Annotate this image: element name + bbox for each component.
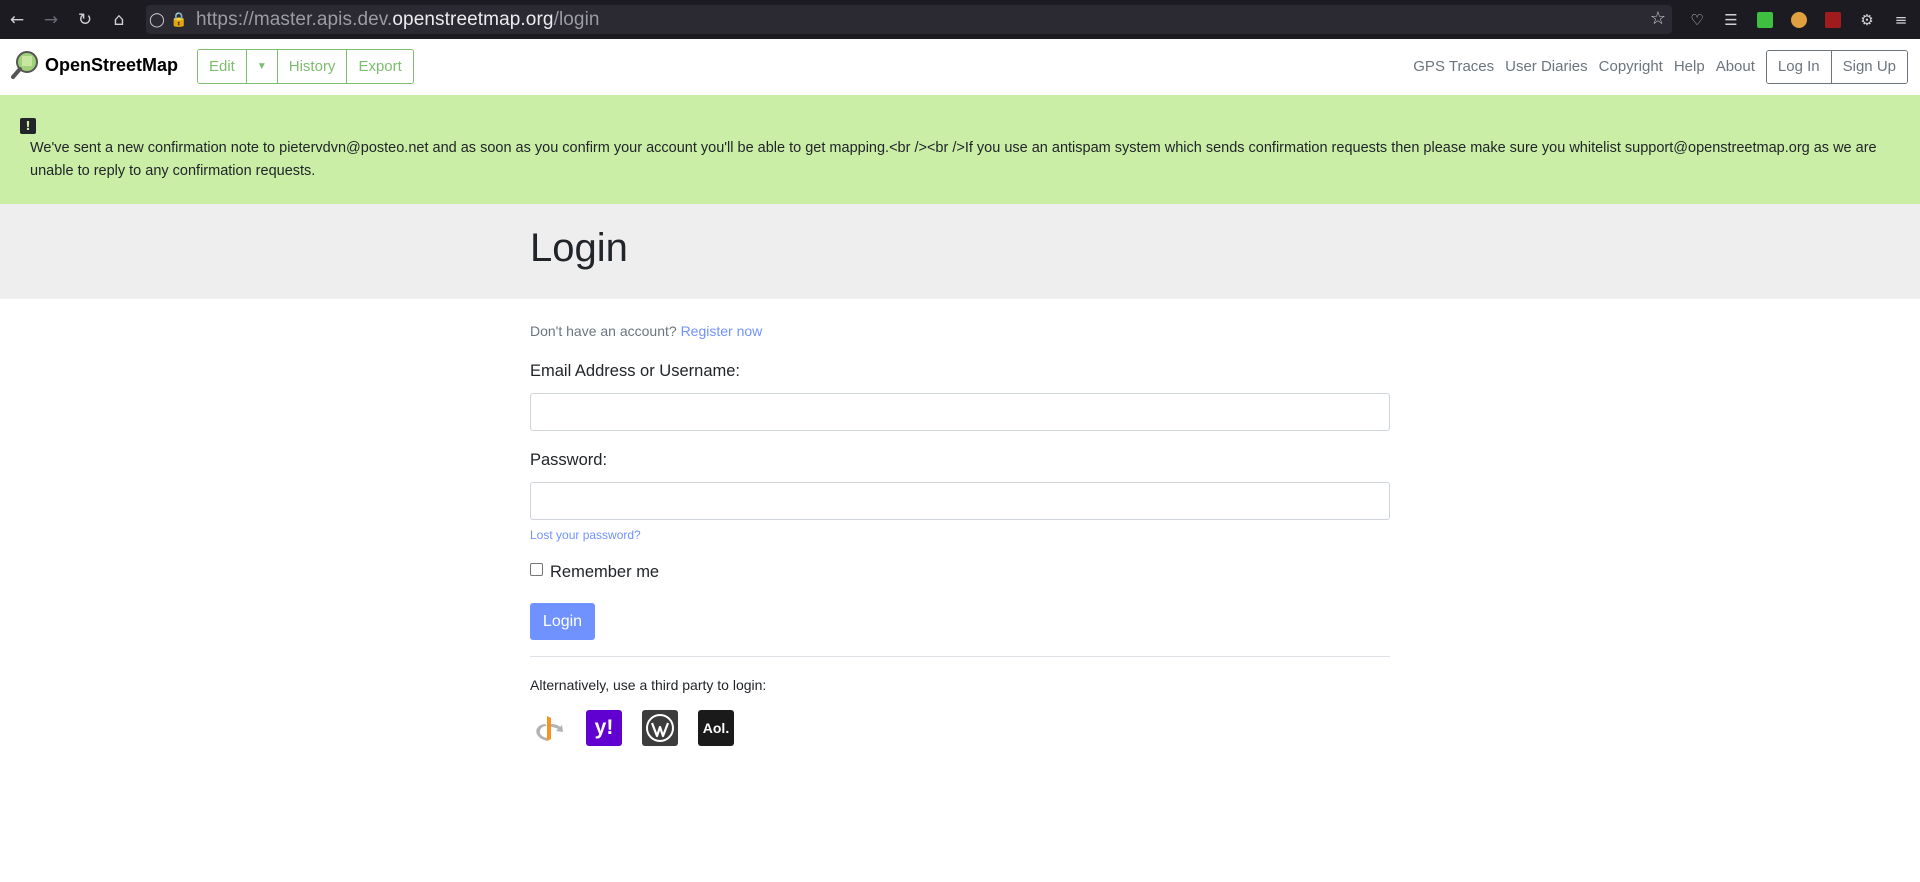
register-prompt: Don't have an account? Register now <box>530 323 762 339</box>
flash-notice: ! We've sent a new confirmation note to … <box>0 95 1920 204</box>
email-field[interactable] <box>530 393 1390 431</box>
divider <box>530 656 1390 657</box>
lock-icon[interactable]: 🔒 <box>168 12 190 28</box>
title-band: Login <box>0 204 1920 299</box>
aol-icon[interactable]: Aol. <box>698 710 734 746</box>
flash-message: We've sent a new confirmation note to pi… <box>30 140 1877 179</box>
email-label: Email Address or Username: <box>530 362 740 380</box>
forward-icon[interactable]: → <box>34 0 68 39</box>
url-bar[interactable]: ◯ 🔒 https://master.apis.dev.openstreetma… <box>146 5 1672 34</box>
toolbar-icons: ♡ ☰ ⚙ ≡ <box>1680 0 1918 39</box>
auth-buttons: Log In Sign Up <box>1765 49 1908 84</box>
yahoo-icon[interactable]: y! <box>586 710 622 746</box>
login-button[interactable]: Login <box>530 603 595 640</box>
library-icon[interactable]: ☰ <box>1714 0 1748 39</box>
shield-icon[interactable]: ◯ <box>146 12 168 28</box>
export-button[interactable]: Export <box>347 50 413 83</box>
edit-button[interactable]: Edit <box>198 50 247 83</box>
sign-up-button[interactable]: Sign Up <box>1831 50 1907 83</box>
nav-user-diaries[interactable]: User Diaries <box>1505 58 1588 75</box>
extension-icon[interactable] <box>1782 0 1816 39</box>
remember-me-checkbox[interactable] <box>530 563 543 576</box>
extension-icon[interactable] <box>1748 0 1782 39</box>
pocket-icon[interactable]: ♡ <box>1680 0 1714 39</box>
menu-icon[interactable]: ≡ <box>1884 0 1918 39</box>
password-field[interactable] <box>530 482 1390 520</box>
log-in-button[interactable]: Log In <box>1766 50 1832 83</box>
home-icon[interactable]: ⌂ <box>102 0 136 39</box>
brand-name[interactable]: OpenStreetMap <box>45 55 178 76</box>
nav-copyright[interactable]: Copyright <box>1599 58 1663 75</box>
reload-icon[interactable]: ↻ <box>68 0 102 39</box>
third-party-providers: y! Aol. <box>530 710 754 746</box>
no-account-text: Don't have an account? <box>530 323 677 339</box>
nav-help[interactable]: Help <box>1674 58 1705 75</box>
nav-gps-traces[interactable]: GPS Traces <box>1413 58 1494 75</box>
nav-about[interactable]: About <box>1716 58 1755 75</box>
secondary-nav: GPS Traces User Diaries Copyright Help A… <box>1413 49 1920 84</box>
remember-me[interactable]: Remember me <box>530 563 659 582</box>
back-icon[interactable]: ← <box>0 0 34 39</box>
osm-logo-icon <box>10 50 40 80</box>
site-logo[interactable]: OpenStreetMap <box>10 50 178 80</box>
remember-me-label[interactable]: Remember me <box>550 563 659 582</box>
extension-icon[interactable] <box>1816 0 1850 39</box>
star-icon[interactable]: ☆ <box>1650 8 1666 29</box>
openid-icon[interactable] <box>530 710 566 746</box>
extension-icon[interactable]: ⚙ <box>1850 0 1884 39</box>
browser-toolbar: ← → ↻ ⌂ ◯ 🔒 https://master.apis.dev.open… <box>0 0 1920 39</box>
site-header: OpenStreetMap Edit ▼ History Export GPS … <box>0 39 1920 95</box>
chevron-down-icon[interactable]: ▼ <box>246 50 278 83</box>
edit-button-group: Edit ▼ History Export <box>197 49 414 84</box>
password-label: Password: <box>530 451 608 469</box>
register-link[interactable]: Register now <box>681 323 763 339</box>
page-title: Login <box>530 226 628 270</box>
url-text[interactable]: https://master.apis.dev.openstreetmap.or… <box>196 9 600 31</box>
alt-login-text: Alternatively, use a third party to logi… <box>530 677 767 693</box>
wordpress-icon[interactable] <box>642 710 678 746</box>
exclamation-icon: ! <box>20 118 36 134</box>
history-button[interactable]: History <box>277 50 348 83</box>
lost-password-link[interactable]: Lost your password? <box>530 528 641 542</box>
